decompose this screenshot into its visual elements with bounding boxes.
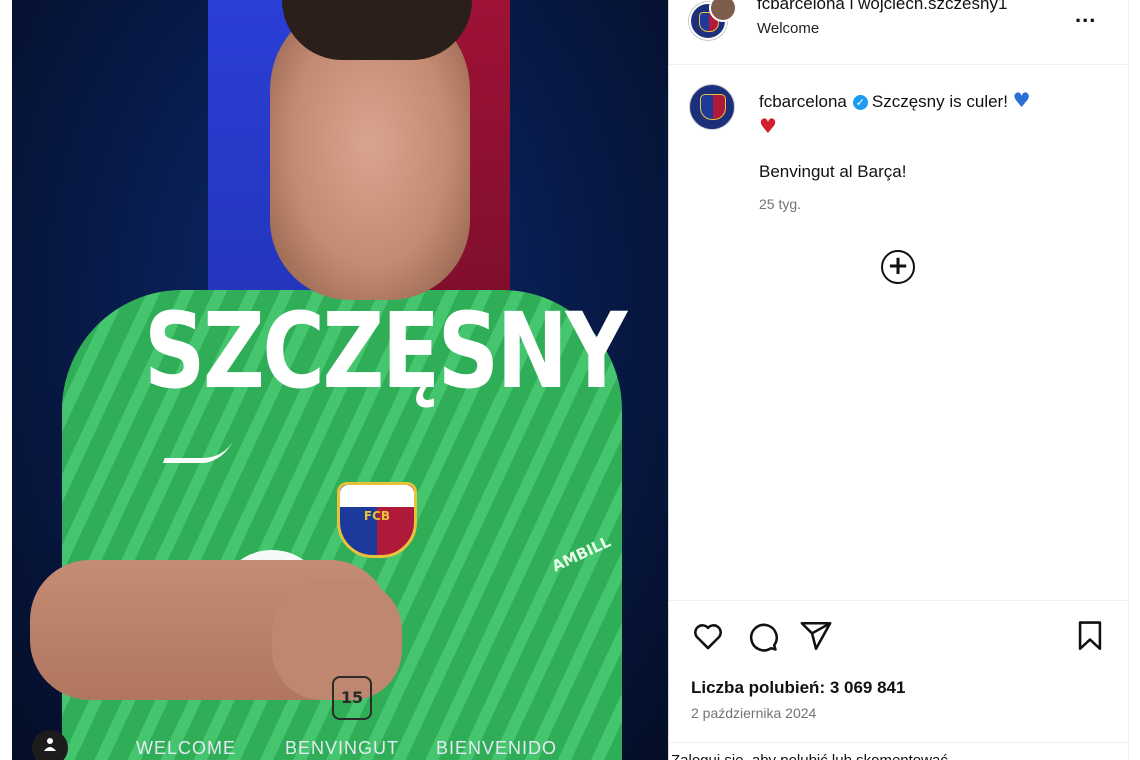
caption-second-line: Benvingut al Barça! [759, 162, 907, 181]
divider [669, 742, 1129, 743]
more-options-button[interactable]: ... [1075, 2, 1096, 28]
header-usernames[interactable]: fcbarcelona i wojciech.szczesny1 [757, 0, 1007, 14]
load-more-comments-button[interactable]: + [881, 250, 915, 284]
bottom-words: WELCOME BENVINGUT BIENVENIDO [12, 738, 668, 760]
caption-username[interactable]: fcbarcelona [759, 92, 847, 111]
caption-text: fcbarcelona ✓ Szczęsny is culer! ♥ ♥ [759, 88, 1099, 140]
caption-avatar[interactable] [689, 84, 735, 130]
post-header: fcbarcelona i wojciech.szczesny1 Welcome… [669, 0, 1129, 65]
club-crest: FCB [337, 482, 417, 558]
anniversary-badge: 15 [332, 676, 372, 720]
bookmark-icon[interactable] [1073, 619, 1107, 653]
crest-text: FCB [363, 509, 391, 523]
red-heart-icon: ♥ [759, 114, 777, 138]
header-subtitle[interactable]: Welcome [757, 20, 819, 37]
post-date: 2 października 2024 [691, 705, 817, 721]
collaborator-avatar[interactable] [709, 0, 737, 22]
post-side-panel: fcbarcelona i wojciech.szczesny1 Welcome… [668, 0, 1129, 760]
crest-cross [340, 485, 414, 507]
page-left-margin [0, 0, 12, 760]
comment-icon[interactable] [745, 619, 779, 653]
post-image[interactable]: FCB AMBILL 15 SZCZĘSNY WELCOME BENVINGUT… [12, 0, 668, 760]
caption-timestamp[interactable]: 25 tyg. [759, 196, 801, 212]
blue-heart-icon: ♥ [1012, 88, 1031, 112]
action-bar [669, 600, 1129, 665]
word-welcome: WELCOME [136, 738, 237, 758]
verified-icon: ✓ [852, 95, 868, 110]
page-right-margin [1128, 0, 1140, 760]
player-hair [282, 0, 472, 60]
login-prompt-text[interactable]: Zaloguj się, aby polubić lub skomentować [671, 752, 1121, 760]
word-bienvenido: BIENVENIDO [436, 738, 558, 758]
likes-count[interactable]: Liczba polubień: 3 069 841 [691, 678, 905, 698]
heart-icon[interactable] [691, 619, 725, 653]
caption-body: Szczęsny is culer! [871, 92, 1008, 111]
share-icon[interactable] [799, 619, 833, 653]
player-name-overlay: SZCZĘSNY [144, 290, 627, 412]
word-benvingut: BENVINGUT [285, 738, 400, 758]
